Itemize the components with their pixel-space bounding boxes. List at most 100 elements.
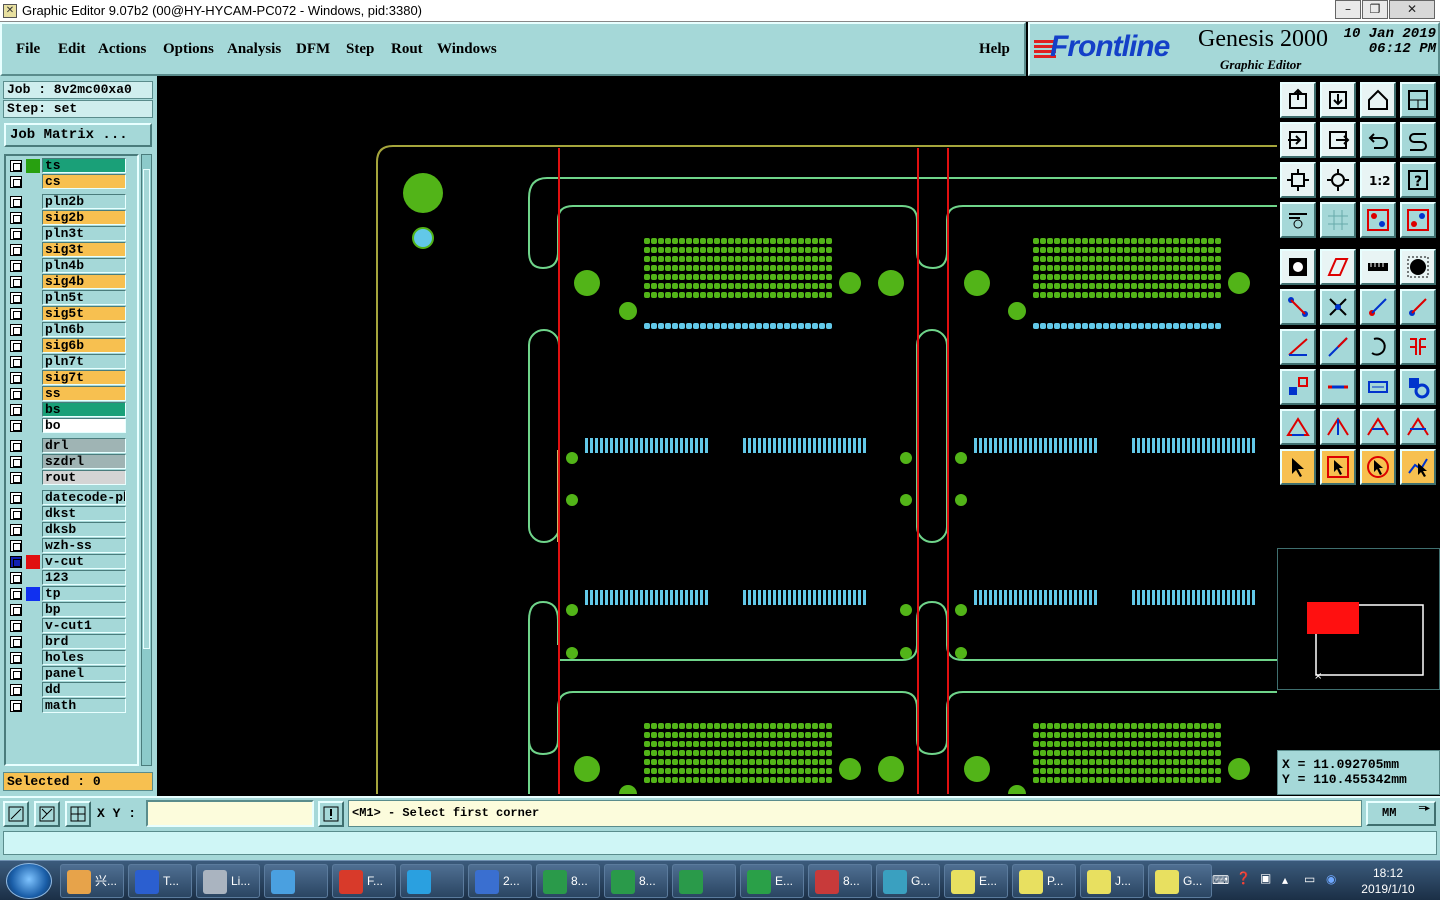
layer-color-swatch[interactable] xyxy=(26,491,40,505)
layer-row-pln4b[interactable]: pln4b xyxy=(8,258,137,274)
layer-checkbox[interactable] xyxy=(10,636,22,648)
layer-name[interactable]: bo xyxy=(42,418,126,433)
taskbar-app-12[interactable]: G... xyxy=(876,864,940,898)
layer-color-swatch[interactable] xyxy=(26,403,40,417)
draw-tool-button[interactable] xyxy=(1320,329,1356,365)
layer-row-rout[interactable]: rout xyxy=(8,470,137,486)
xy-input[interactable] xyxy=(146,800,314,827)
layer-name[interactable]: ts xyxy=(42,158,126,173)
layer-name[interactable]: cs xyxy=(42,174,126,189)
layer-color-swatch[interactable] xyxy=(26,523,40,537)
layer-checkbox[interactable] xyxy=(10,440,22,452)
layer-checkbox[interactable] xyxy=(10,228,22,240)
grid-toggle-tool-button[interactable] xyxy=(1320,202,1356,238)
layer-name[interactable]: v-cut xyxy=(42,554,126,569)
layer-name[interactable]: bp xyxy=(42,602,126,617)
export-tool-button[interactable] xyxy=(1320,122,1356,158)
layer-checkbox[interactable] xyxy=(10,324,22,336)
layer-checkbox[interactable] xyxy=(10,540,22,552)
layer-color-swatch[interactable] xyxy=(26,175,40,189)
layer-checkbox[interactable] xyxy=(10,652,22,664)
grid-button[interactable] xyxy=(65,801,91,827)
layer-checkbox[interactable] xyxy=(10,684,22,696)
layer-checkbox[interactable] xyxy=(10,260,22,272)
layer-name[interactable]: 123 xyxy=(42,570,126,585)
layer-color-swatch[interactable] xyxy=(26,243,40,257)
layer-name[interactable]: pln7t xyxy=(42,354,126,369)
taskbar-app-8[interactable]: 8... xyxy=(604,864,668,898)
arc-tool-button[interactable] xyxy=(1360,329,1396,365)
layer-checkbox[interactable] xyxy=(10,160,22,172)
polygon2-tool-button[interactable] xyxy=(1320,409,1356,445)
layer-row-ts[interactable]: ts xyxy=(8,158,137,174)
layer-row-dksb[interactable]: dksb xyxy=(8,522,137,538)
import-tool-button[interactable] xyxy=(1280,122,1316,158)
layer-row-holes[interactable]: holes xyxy=(8,650,137,666)
measure-button[interactable] xyxy=(34,801,60,827)
save-tool-button[interactable] xyxy=(1320,82,1356,118)
layer-row-szdrl[interactable]: szdrl xyxy=(8,454,137,470)
taskbar-app-2[interactable]: Li... xyxy=(196,864,260,898)
select-box-tool-button[interactable] xyxy=(1320,449,1356,485)
menu-step[interactable]: Step xyxy=(346,41,374,58)
layer-row-bs[interactable]: bs xyxy=(8,402,137,418)
taskbar-app-13[interactable]: E... xyxy=(944,864,1008,898)
layer-color-swatch[interactable] xyxy=(26,667,40,681)
menu-edit[interactable]: Edit xyxy=(58,41,86,58)
copy-tool-button[interactable] xyxy=(1280,369,1316,405)
layer-name[interactable]: ss xyxy=(42,386,126,401)
layer-name[interactable]: sig6b xyxy=(42,338,126,353)
layer-row-cs[interactable]: cs xyxy=(8,174,137,190)
layer-color-swatch[interactable] xyxy=(26,651,40,665)
taskbar-app-14[interactable]: P... xyxy=(1012,864,1076,898)
layer-checkbox[interactable] xyxy=(10,404,22,416)
layer-row-pln5t[interactable]: pln5t xyxy=(8,290,137,306)
units-select[interactable]: MM ═▸ xyxy=(1366,801,1436,826)
redo-s-tool-button[interactable] xyxy=(1400,122,1436,158)
select-nav-tool-button[interactable] xyxy=(1360,449,1396,485)
connect-tool-button[interactable] xyxy=(1400,289,1436,325)
layer-checkbox[interactable] xyxy=(10,472,22,484)
taskbar-app-1[interactable]: T... xyxy=(128,864,192,898)
add-pad-tool-button[interactable] xyxy=(1280,249,1316,285)
layer-row-brd[interactable]: brd xyxy=(8,634,137,650)
layer-color-swatch[interactable] xyxy=(26,587,40,601)
layer-checkbox[interactable] xyxy=(10,388,22,400)
layer-row-wzh-ss[interactable]: wzh-ss xyxy=(8,538,137,554)
layer-row-drl[interactable]: drl xyxy=(8,438,137,454)
menu-help[interactable]: Help xyxy=(979,41,1010,58)
layer-row-math[interactable]: math xyxy=(8,698,137,714)
layer-row-bo[interactable]: bo xyxy=(8,418,137,434)
scrollbar-thumb[interactable] xyxy=(143,169,150,649)
ruler-tool-button[interactable] xyxy=(1360,249,1396,285)
polygon-tool-button[interactable] xyxy=(1280,409,1316,445)
alert-button[interactable] xyxy=(318,801,344,827)
menu-actions[interactable]: Actions xyxy=(98,41,146,58)
layer-checkbox[interactable] xyxy=(10,668,22,680)
layer-checkbox[interactable] xyxy=(10,244,22,256)
select-route-tool-button[interactable] xyxy=(1400,449,1436,485)
layer-red-tool-button[interactable] xyxy=(1360,202,1396,238)
window-tray-icon[interactable]: ▣ xyxy=(1260,871,1271,885)
layer-name[interactable]: sig4b xyxy=(42,274,126,289)
layer-checkbox[interactable] xyxy=(10,308,22,320)
layer-row-panel[interactable]: panel xyxy=(8,666,137,682)
layer-color-swatch[interactable] xyxy=(26,211,40,225)
layer-color-swatch[interactable] xyxy=(26,555,40,569)
zoom-home-tool-button[interactable] xyxy=(1320,162,1356,198)
taskbar-app-9[interactable] xyxy=(672,864,736,898)
show-hidden-icons[interactable]: ▴ xyxy=(1282,873,1288,887)
cut-tool-button[interactable] xyxy=(1320,289,1356,325)
layer-checkbox[interactable] xyxy=(10,492,22,504)
layer-color-swatch[interactable] xyxy=(26,455,40,469)
taskbar-app-11[interactable]: 8... xyxy=(808,864,872,898)
layer-color-swatch[interactable] xyxy=(26,571,40,585)
layer-checkbox[interactable] xyxy=(10,508,22,520)
layer-name[interactable]: pln2b xyxy=(42,194,126,209)
layer-name[interactable]: v-cut1 xyxy=(42,618,126,633)
layer-name[interactable]: math xyxy=(42,698,126,713)
network-icon[interactable]: ▭ xyxy=(1304,872,1315,886)
layer-name[interactable]: drl xyxy=(42,438,126,453)
layer-row-bp[interactable]: bp xyxy=(8,602,137,618)
node-tool-button[interactable] xyxy=(1280,289,1316,325)
